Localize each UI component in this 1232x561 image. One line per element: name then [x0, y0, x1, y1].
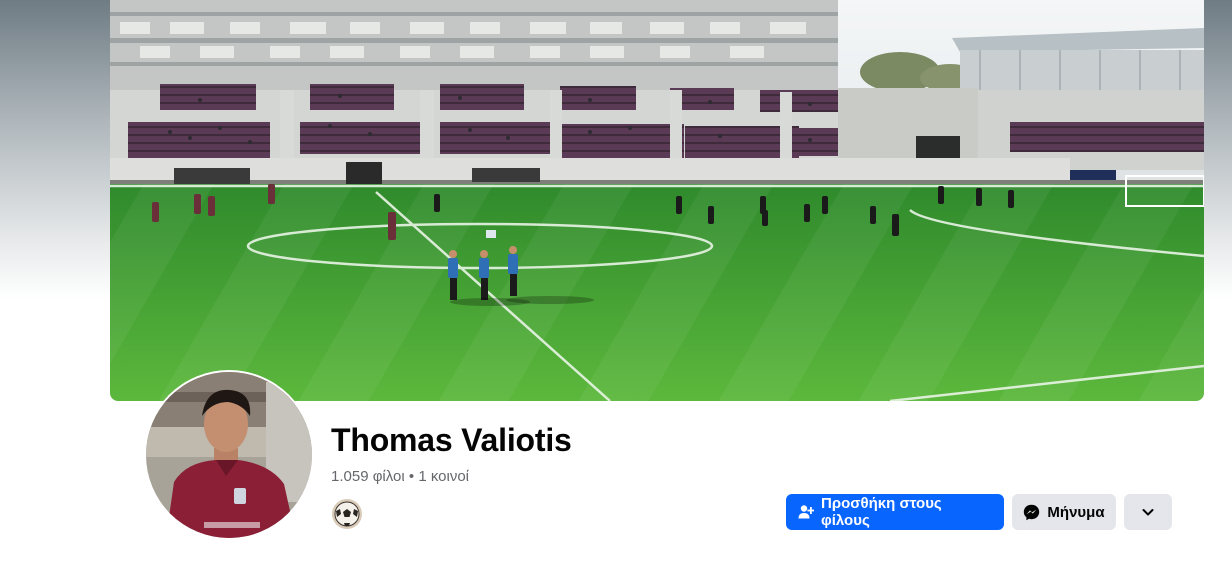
messenger-icon [1023, 504, 1040, 521]
add-friend-label: Προσθήκη στους φίλους [821, 495, 942, 529]
separator: • [408, 468, 415, 485]
friends-count-link[interactable]: 1.059 φίλοι [331, 468, 405, 485]
chevron-down-icon [1141, 505, 1155, 519]
profile-photo [146, 372, 312, 538]
message-label: Μήνυμα [1047, 503, 1105, 521]
friends-summary: 1.059 φίλοι • 1 κοινοί [331, 468, 469, 485]
profile-name: Thomas Valiotis [331, 422, 572, 458]
add-friend-button[interactable]: Προσθήκη στους φίλους [786, 494, 1004, 530]
add-friend-icon [798, 504, 814, 520]
profile-page: Thomas Valiotis 1.059 φίλοι • 1 κοινοί Π… [0, 0, 1232, 561]
mutual-friends-link[interactable]: 1 κοινοί [418, 468, 469, 485]
more-options-button[interactable] [1124, 494, 1172, 530]
message-button[interactable]: Μήνυμα [1012, 494, 1116, 530]
mutual-friend-avatar[interactable] [330, 497, 364, 531]
soccer-ball-icon [332, 499, 362, 529]
cover-photo[interactable] [110, 0, 1204, 401]
profile-picture[interactable] [144, 370, 314, 540]
